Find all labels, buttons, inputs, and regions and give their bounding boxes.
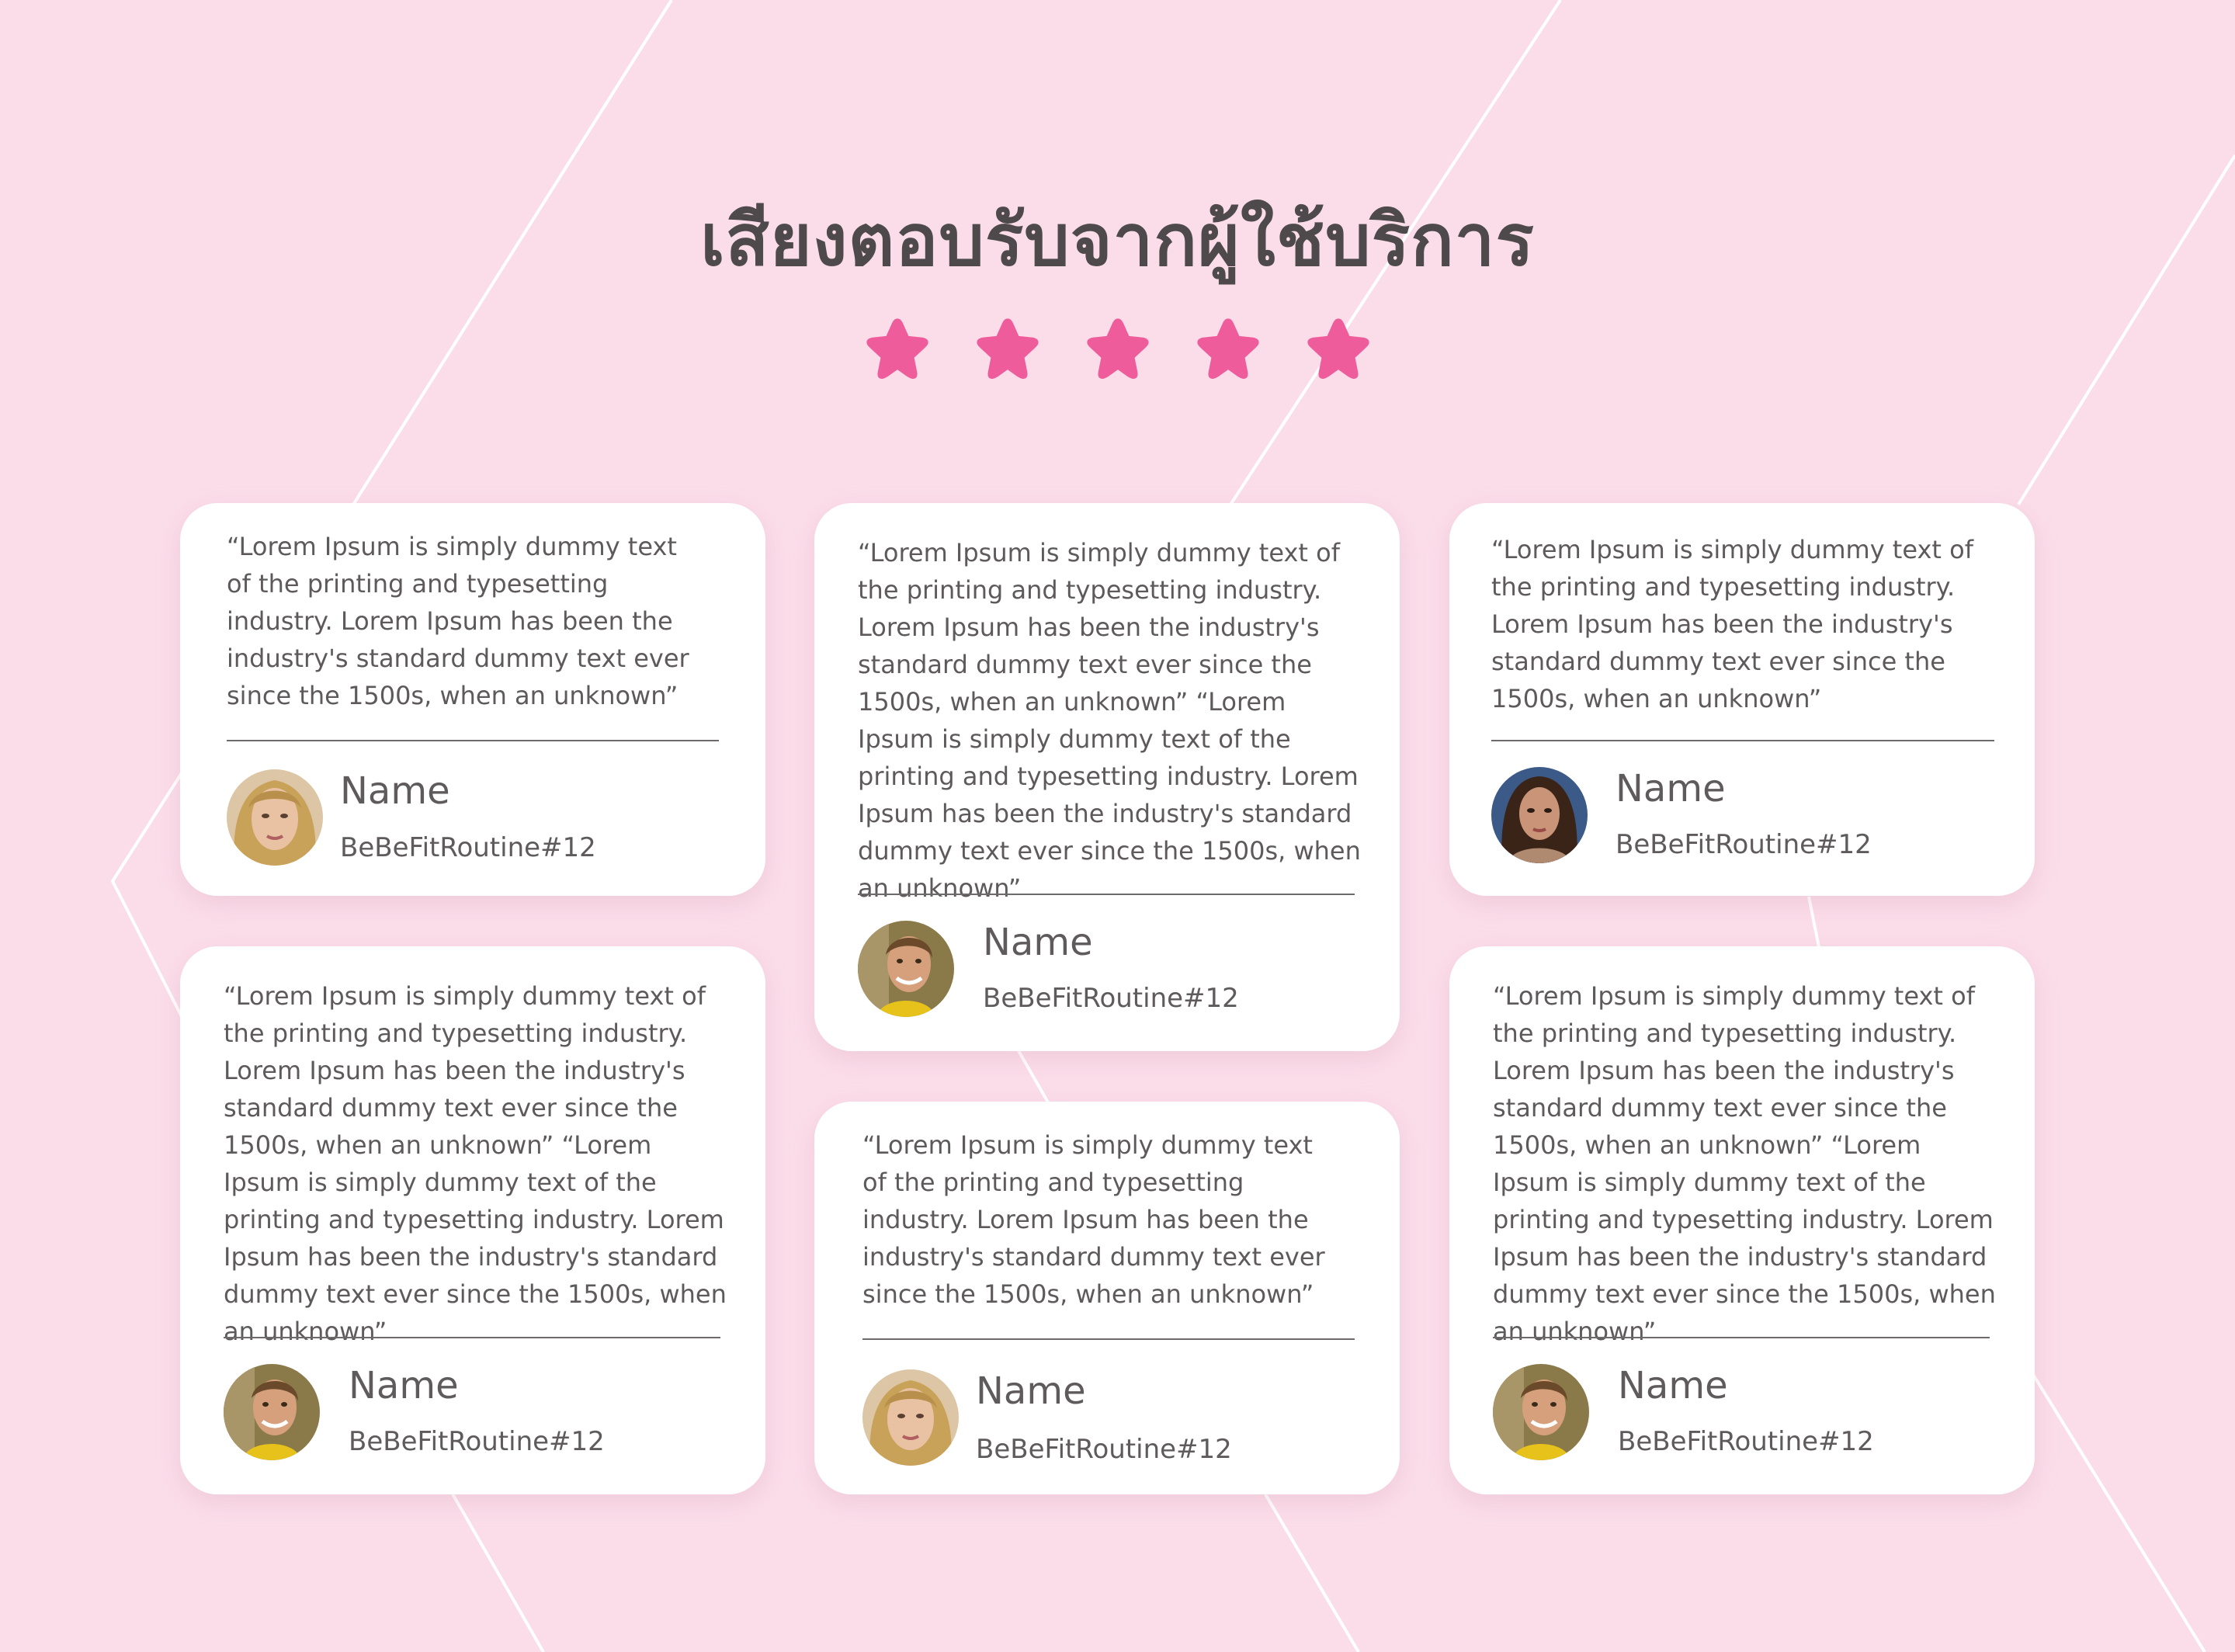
testimonial-page: เสียงตอบรับจากผู้ใช้บริการ “Lorem Ipsum … [0, 0, 2235, 1652]
avatar-icon [224, 1364, 320, 1460]
star-icon [1307, 318, 1369, 380]
divider [858, 894, 1355, 895]
testimonial-card: “Lorem Ipsum is simply dummy text of the… [1449, 946, 2035, 1494]
testimonial-quote: “Lorem Ipsum is simply dummy text of the… [227, 532, 689, 710]
avatar-icon [1493, 1364, 1589, 1460]
divider [862, 1338, 1355, 1340]
reviewer-name: Name [983, 921, 1093, 964]
testimonial-card: “Lorem Ipsum is simply dummy text of the… [814, 1102, 1400, 1494]
divider [1493, 1337, 1990, 1338]
star-icon [1086, 318, 1149, 380]
testimonial-quote: “Lorem Ipsum is simply dummy text of the… [1491, 535, 1973, 713]
reviewer-handle: BeBeFitRoutine#12 [340, 832, 596, 863]
reviewer-name: Name [349, 1364, 459, 1407]
divider [1491, 740, 1994, 741]
reviewer-handle: BeBeFitRoutine#12 [983, 983, 1239, 1014]
reviewer-handle: BeBeFitRoutine#12 [976, 1434, 1232, 1465]
divider [224, 1337, 720, 1338]
divider [227, 740, 719, 741]
reviewer-handle: BeBeFitRoutine#12 [1616, 829, 1872, 860]
reviewer-name: Name [1618, 1364, 1728, 1407]
reviewer-name: Name [1616, 767, 1726, 810]
testimonial-quote: “Lorem Ipsum is simply dummy text of the… [224, 981, 727, 1346]
avatar-icon [227, 769, 323, 866]
star-rating [0, 314, 2235, 384]
page-title: เสียงตอบรับจากผู้ใช้บริการ [700, 199, 1535, 282]
testimonial-quote: “Lorem Ipsum is simply dummy text of the… [858, 538, 1361, 903]
reviewer-name: Name [976, 1369, 1086, 1413]
testimonial-card: “Lorem Ipsum is simply dummy text of the… [814, 503, 1400, 1051]
star-icon [866, 318, 928, 380]
reviewer-name: Name [340, 769, 450, 813]
testimonial-quote: “Lorem Ipsum is simply dummy text of the… [1493, 981, 1996, 1346]
testimonial-quote: “Lorem Ipsum is simply dummy text of the… [862, 1130, 1325, 1309]
testimonial-card: “Lorem Ipsum is simply dummy text of the… [180, 946, 765, 1494]
star-icon [976, 318, 1039, 380]
testimonial-card: “Lorem Ipsum is simply dummy text of the… [180, 503, 765, 896]
reviewer-handle: BeBeFitRoutine#12 [349, 1426, 605, 1457]
reviewer-handle: BeBeFitRoutine#12 [1618, 1426, 1874, 1457]
avatar-icon [862, 1369, 959, 1466]
avatar-icon [1491, 767, 1588, 863]
star-icon [1196, 318, 1259, 380]
testimonial-card: “Lorem Ipsum is simply dummy text of the… [1449, 503, 2035, 896]
avatar-icon [858, 921, 954, 1017]
